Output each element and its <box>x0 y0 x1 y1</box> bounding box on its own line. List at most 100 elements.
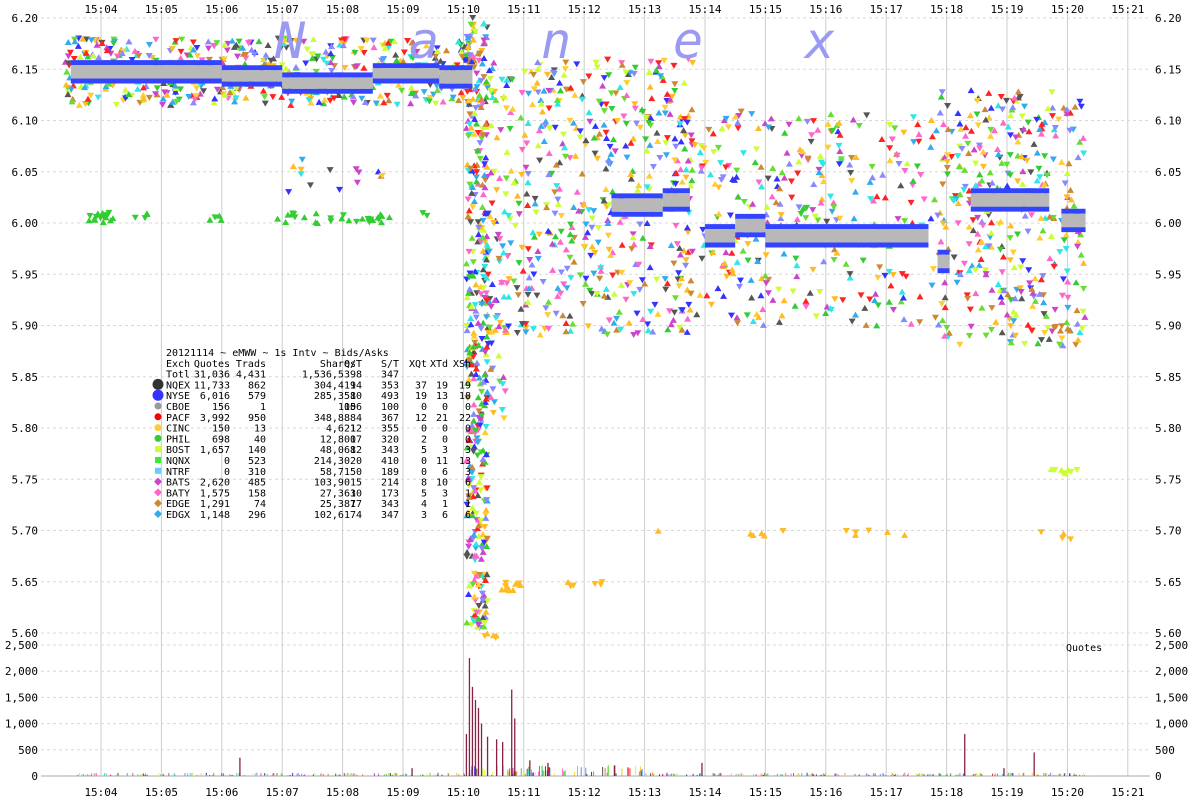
legend-column-header: XTd <box>430 359 448 370</box>
price-tick-label-right: 6.00 <box>1155 217 1182 230</box>
bid-band <box>372 78 440 84</box>
spread-band <box>662 193 690 207</box>
volume-tick-label-left: 0 <box>31 770 38 783</box>
x-tick-label-top: 15:11 <box>507 3 540 16</box>
legend-cell: 296 <box>248 510 266 521</box>
legend-cell: 3,992 <box>200 413 230 424</box>
legend-cell: NTRF <box>166 467 190 478</box>
price-tick-label-left: 5.80 <box>12 422 39 435</box>
legend-column-header: S/T <box>381 359 399 370</box>
legend-cell: 12 <box>415 413 427 424</box>
legend-cell: 0 <box>356 467 362 478</box>
watermark-letter: a <box>409 12 439 70</box>
legend-cell: 0 <box>421 424 427 435</box>
volume-tick-label-left: 1,000 <box>5 718 38 731</box>
legend-cell: 102,617 <box>314 510 356 521</box>
price-tick-label-left: 6.10 <box>12 115 39 128</box>
legend-cell: 5 <box>421 445 427 456</box>
legend-cell: 6,016 <box>200 391 230 402</box>
legend-cell: 0 <box>421 402 427 413</box>
legend-cell: 19 <box>436 380 448 391</box>
volume-tick-label-left: 2,500 <box>5 639 38 652</box>
price-tick-label-right: 6.20 <box>1155 12 1182 25</box>
legend-cell: NQNX <box>166 456 190 467</box>
legend-cell: 4,431 <box>236 370 266 381</box>
x-tick-label-top: 15:20 <box>1051 3 1084 16</box>
x-tick-label-top: 15:05 <box>145 3 178 16</box>
ask-band <box>221 65 283 71</box>
legend-cell: 1 <box>465 488 471 499</box>
watermark-letter: x <box>803 12 835 70</box>
price-tick-label-right: 5.70 <box>1155 525 1182 538</box>
legend-marker <box>154 434 162 442</box>
legend-cell: 1 <box>260 402 266 413</box>
legend-cell: 485 <box>248 478 266 489</box>
volume-tick-label-right: 500 <box>1155 744 1175 757</box>
x-tick-label-bottom: 15:07 <box>266 786 299 799</box>
legend-cell: 156 <box>212 402 230 413</box>
legend-cell: 156 <box>344 402 362 413</box>
x-tick-label-bottom: 15:15 <box>749 786 782 799</box>
legend-cell: BATS <box>166 478 190 489</box>
legend-cell: 173 <box>381 488 399 499</box>
spread-band <box>70 65 222 79</box>
legend-cell: 100 <box>381 402 399 413</box>
legend-cell: 0 <box>356 456 362 467</box>
legend-marker <box>155 467 161 474</box>
legend-cell: 1 <box>442 499 448 510</box>
legend-cell: 37 <box>415 380 427 391</box>
legend-cell: CINC <box>166 424 190 435</box>
x-tick-label-top: 15:06 <box>205 3 238 16</box>
legend-cell: PACF <box>166 413 190 424</box>
legend-cell: 58,715 <box>320 467 356 478</box>
legend-cell: 0 <box>465 434 471 445</box>
ask-band <box>662 188 690 194</box>
legend-cell: BOST <box>166 445 190 456</box>
legend-cell: 158 <box>248 488 266 499</box>
legend-cell: BATY <box>166 488 190 499</box>
legend-cell: 12 <box>350 445 362 456</box>
legend-marker <box>155 457 161 463</box>
price-tick-label-right: 5.75 <box>1155 473 1182 486</box>
x-tick-label-top: 15:13 <box>628 3 661 16</box>
legend-cell: 22 <box>459 413 471 424</box>
price-tick-label-left: 5.95 <box>12 268 39 281</box>
legend-cell: 17 <box>350 499 362 510</box>
bid-band <box>937 268 950 274</box>
x-tick-label-bottom: 15:13 <box>628 786 661 799</box>
x-tick-label-bottom: 15:16 <box>809 786 842 799</box>
legend-cell: 40 <box>254 434 266 445</box>
bid-band <box>735 232 766 238</box>
legend-cell: 10 <box>350 391 362 402</box>
spread-band <box>705 229 736 243</box>
price-tick-label-right: 5.80 <box>1155 422 1182 435</box>
legend-cell: 31,036 <box>194 370 230 381</box>
ask-band <box>970 188 1050 194</box>
legend-column-header: XQt <box>409 359 427 370</box>
legend-cell: 214 <box>381 478 399 489</box>
legend-column-header: Exch <box>166 359 190 370</box>
legend-cell: 0 <box>442 424 448 435</box>
legend-cell: 74 <box>254 499 266 510</box>
legend-cell: 21 <box>436 413 448 424</box>
legend-cell: 4 <box>421 499 427 510</box>
bid-band <box>1061 227 1086 233</box>
price-tick-label-right: 5.95 <box>1155 268 1182 281</box>
price-tick-label-right: 5.65 <box>1155 576 1182 589</box>
x-tick-label-bottom: 15:06 <box>205 786 238 799</box>
legend-cell: 5 <box>421 488 427 499</box>
legend-marker <box>154 402 162 410</box>
legend-cell: 579 <box>248 391 266 402</box>
legend-cell: 3 <box>421 510 427 521</box>
bid-band <box>70 78 222 84</box>
legend-cell: EDGX <box>166 510 190 521</box>
price-chart: 15:0415:0415:0515:0515:0615:0615:0715:07… <box>0 0 1200 800</box>
legend-cell: 0 <box>224 467 230 478</box>
legend-cell: 1,291 <box>200 499 230 510</box>
spread-band <box>611 198 663 212</box>
spread-band <box>970 193 1050 207</box>
legend-cell: 347 <box>381 510 399 521</box>
legend-cell: 367 <box>381 413 399 424</box>
legend-cell: 140 <box>248 445 266 456</box>
x-tick-label-bottom: 15:17 <box>870 786 903 799</box>
